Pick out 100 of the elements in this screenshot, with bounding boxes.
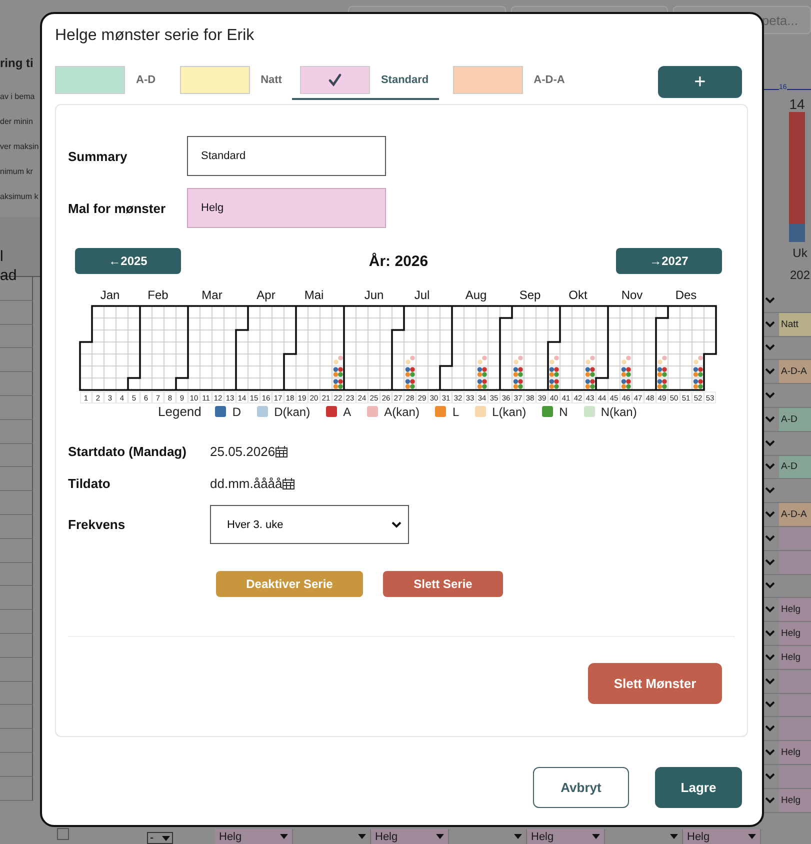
table-cell (0, 729, 33, 753)
table-cell (0, 682, 33, 706)
table-cell (0, 420, 33, 444)
table-cell (0, 300, 33, 325)
table-cell (0, 538, 33, 563)
shift-cell[interactable]: A-D (779, 456, 811, 478)
cancel-button[interactable]: Avbryt (533, 767, 629, 808)
table-cell (0, 776, 33, 801)
month-label: Apr (256, 288, 276, 302)
rule-text: av i bema (0, 91, 36, 103)
month-label: Okt (568, 288, 588, 302)
table-cell (0, 705, 33, 730)
field-label: Frekvens (68, 517, 126, 532)
rule-text: nimum kr (0, 166, 34, 178)
table-cell (0, 348, 33, 372)
checkbox[interactable] (57, 828, 69, 840)
dropdown-arrow-icon (670, 834, 678, 839)
table-cell (0, 658, 33, 682)
legend-label: L (452, 404, 460, 418)
shift-cell[interactable]: Natt (779, 312, 811, 336)
legend-title: Legend (158, 404, 202, 419)
frequency-dropdown[interactable]: Hver 3. uke (210, 505, 409, 544)
month-label: Mai (304, 288, 324, 302)
legend-label: N (559, 404, 568, 418)
shift-cell[interactable]: Helg (779, 788, 811, 812)
rule-text: ver maksin (0, 141, 40, 153)
table-cell (0, 610, 33, 634)
column-header: Uk (792, 245, 808, 262)
year-title: År: 2026 (368, 252, 428, 270)
table-cell (0, 467, 33, 492)
shift-cell[interactable]: A-D-A (779, 360, 811, 384)
month-label: Jan (100, 288, 120, 302)
field-label: Mal for mønster (68, 200, 167, 216)
month-label: Aug (465, 288, 487, 302)
legend-label: D(kan) (274, 404, 310, 418)
table-cell (0, 514, 33, 539)
table-cell (0, 586, 33, 610)
dropdown[interactable]: Helg (527, 829, 605, 844)
add-button[interactable]: + (658, 66, 742, 98)
dropdown-arrow-icon (748, 834, 756, 839)
pattern-tab[interactable]: Standard (292, 66, 439, 100)
save-button[interactable]: Lagre (655, 767, 742, 808)
dropdown[interactable]: - (147, 832, 173, 844)
legend-label: A (343, 404, 352, 418)
shift-cell[interactable]: A-D-A (779, 503, 811, 526)
month-label: Sep (519, 288, 541, 302)
start-date-field[interactable]: 25.05.2026 (210, 444, 288, 459)
table-cell (0, 396, 33, 420)
table-cell (0, 491, 33, 515)
field-label: Startdato (Mandag) (68, 444, 188, 459)
dropdown-arrow-icon (436, 834, 444, 839)
dropdown[interactable]: Helg (683, 829, 761, 844)
bar-value: 14 (789, 96, 805, 112)
table-cell (0, 444, 33, 468)
table-cell (0, 752, 33, 777)
legend-label: N(kan) (600, 404, 637, 418)
dropdown-arrow-icon (280, 834, 288, 839)
month-label: Des (675, 288, 697, 302)
check-icon (328, 73, 342, 87)
shift-cell[interactable]: Helg (779, 646, 811, 669)
dropdown-arrow-icon (162, 836, 170, 840)
template-field[interactable]: Helg (187, 188, 386, 228)
field-label: Tildato (68, 476, 112, 491)
column-header: l (0, 247, 4, 266)
pattern-tab[interactable]: A-D-A (438, 66, 575, 100)
dropdown-arrow-icon (358, 834, 366, 839)
page-heading: ring ti (0, 56, 34, 72)
shift-cell[interactable]: Helg (779, 622, 811, 645)
legend-label: L(kan) (492, 404, 526, 418)
field-label: Summary (68, 148, 128, 164)
shift-cell[interactable]: A-D (779, 408, 811, 431)
delete-series-button[interactable]: Slett Serie (383, 571, 503, 597)
rule-text: der minin (0, 116, 34, 128)
end-date-field[interactable]: dd.mm.åååå (210, 476, 296, 491)
pattern-tab[interactable]: A-D (55, 66, 166, 100)
dialog-title: Helge mønster serie for Erik (55, 26, 256, 46)
month-label: Jun (364, 288, 384, 302)
pattern-tab[interactable]: Natt (166, 66, 292, 100)
dropdown-arrow-icon (514, 834, 522, 839)
month-label: Nov (621, 288, 643, 302)
shift-cell[interactable]: Helg (779, 598, 811, 622)
month-label: Mar (202, 288, 222, 302)
delete-pattern-button[interactable]: Slett Mønster (588, 663, 722, 704)
table-cell (0, 562, 33, 586)
table-cell (0, 372, 33, 396)
month-label: Jul (414, 288, 430, 302)
legend-label: A(kan) (384, 404, 420, 418)
column-header: ad (0, 266, 18, 285)
next-year-button[interactable]: →2027 (616, 248, 722, 274)
calendar-icon (282, 477, 296, 490)
column-header: 202 (790, 267, 810, 284)
dropdown[interactable]: Helg (215, 829, 293, 844)
table-cell (0, 634, 33, 658)
shift-cell[interactable]: Helg (779, 741, 811, 764)
chevron-down-icon (391, 520, 402, 528)
dropdown[interactable]: Helg (371, 829, 449, 844)
table-cell (0, 324, 33, 348)
legend-label: D (232, 404, 242, 418)
summary-field[interactable]: Standard (187, 136, 386, 176)
previous-year-button[interactable]: ←2025 (75, 248, 181, 274)
